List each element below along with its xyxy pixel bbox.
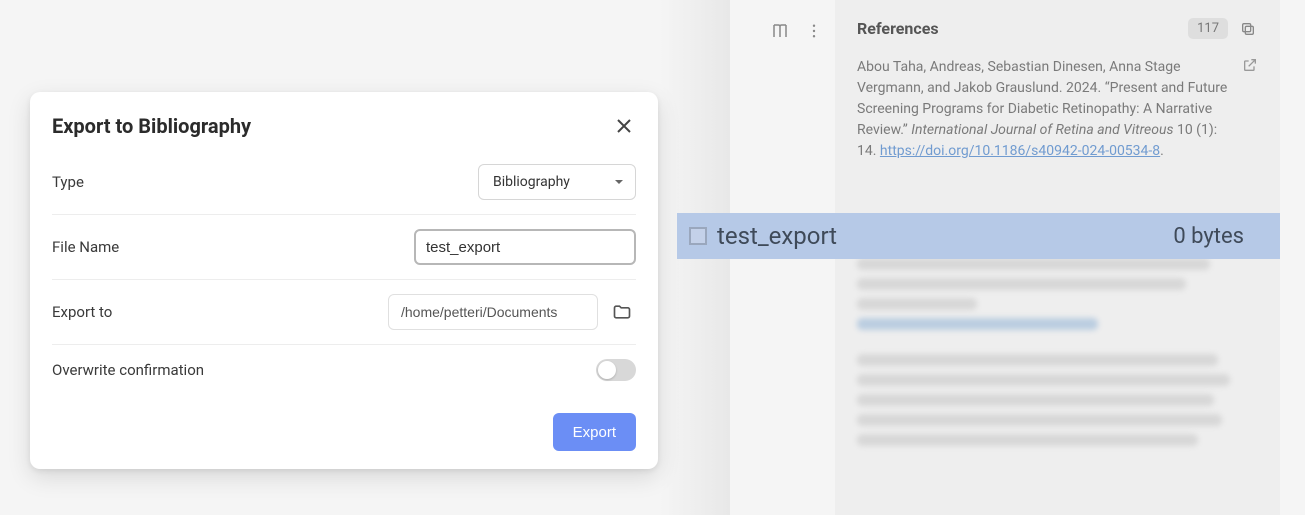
reference-doi-link[interactable]: https://doi.org/10.1186/s40942-024-00534… <box>880 143 1160 159</box>
file-icon <box>689 227 707 245</box>
close-icon <box>617 119 631 133</box>
file-size: 0 bytes <box>1173 224 1244 249</box>
browse-folder-button[interactable] <box>608 298 636 326</box>
folder-icon <box>612 302 632 322</box>
overwrite-toggle[interactable] <box>596 359 636 381</box>
file-name: test_export <box>717 222 837 250</box>
overwrite-label: Overwrite confirmation <box>52 361 204 379</box>
filename-input[interactable] <box>414 229 636 265</box>
external-link-icon <box>1242 57 1258 73</box>
overwrite-row: Overwrite confirmation <box>52 345 636 395</box>
copy-icon <box>1240 21 1256 37</box>
reference-journal: International Journal of Retina and Vitr… <box>911 122 1173 138</box>
type-select[interactable]: Bibliography <box>478 164 636 200</box>
reference-item[interactable]: Abou Taha, Andreas, Sebastian Dinesen, A… <box>857 57 1258 162</box>
type-row: Type Bibliography <box>52 150 636 215</box>
kebab-menu-icon[interactable] <box>805 22 823 44</box>
chevron-down-icon <box>613 176 625 188</box>
export-bibliography-dialog: Export to Bibliography Type Bibliography… <box>30 92 658 469</box>
copy-references-button[interactable] <box>1238 19 1258 39</box>
dialog-title: Export to Bibliography <box>52 114 251 138</box>
reference-period: . <box>1160 143 1164 159</box>
export-button[interactable]: Export <box>553 413 636 451</box>
close-button[interactable] <box>612 114 636 138</box>
filename-row: File Name <box>52 215 636 280</box>
references-count-badge: 117 <box>1188 18 1228 39</box>
file-list-item-selected[interactable]: test_export 0 bytes <box>677 213 1280 259</box>
references-title: References <box>857 19 939 38</box>
book-icon[interactable] <box>771 22 789 44</box>
export-path-input[interactable] <box>388 294 598 330</box>
type-label: Type <box>52 173 84 191</box>
exportto-label: Export to <box>52 303 112 321</box>
open-reference-button[interactable] <box>1242 57 1258 73</box>
filename-label: File Name <box>52 238 119 256</box>
exportto-row: Export to <box>52 280 636 345</box>
type-select-value: Bibliography <box>493 174 570 190</box>
reference-item-blurred <box>857 354 1258 446</box>
